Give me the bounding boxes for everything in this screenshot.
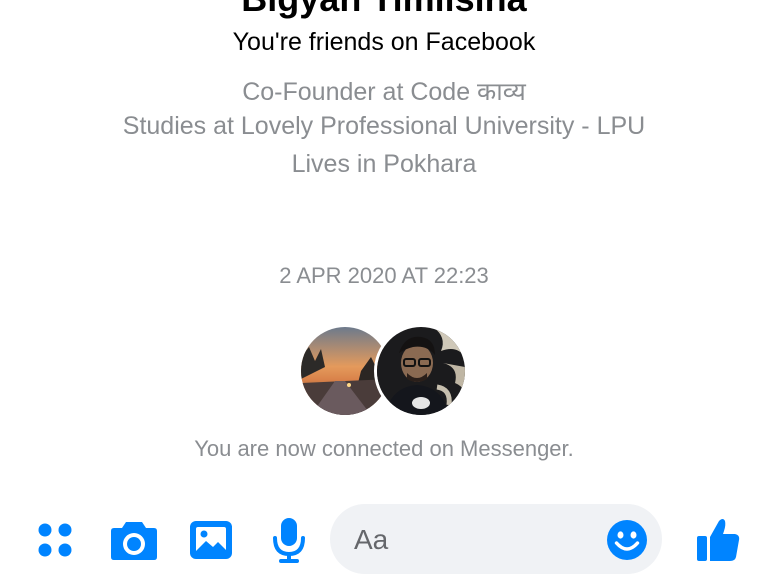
connected-avatars <box>298 324 470 418</box>
connected-message: You are now connected on Messenger. <box>194 436 574 461</box>
camera-button[interactable] <box>106 500 162 580</box>
contact-avatar <box>374 324 468 418</box>
conversation-timestamp: 2 APR 2020 AT 22:23 <box>279 263 489 288</box>
emoji-icon[interactable] <box>606 519 648 561</box>
apps-icon <box>38 523 72 557</box>
education-info: Studies at Lovely Professional Universit… <box>122 112 646 140</box>
message-toolbar <box>0 500 768 580</box>
apps-button[interactable] <box>30 500 80 580</box>
contact-name: Bigyan Timilsina <box>0 0 768 20</box>
thumbs-up-icon <box>697 519 740 561</box>
message-composer <box>330 504 662 574</box>
message-input[interactable] <box>352 518 596 562</box>
gallery-icon <box>190 521 232 559</box>
location-info: Lives in Pokhara <box>291 150 477 178</box>
microphone-icon <box>273 518 305 563</box>
work-info: Co-Founder at Code काव्य <box>242 78 526 106</box>
gallery-button[interactable] <box>185 500 237 580</box>
camera-icon <box>111 522 157 560</box>
like-button[interactable] <box>690 500 746 580</box>
friends-status: You're friends on Facebook <box>232 28 536 56</box>
voice-button[interactable] <box>266 500 312 580</box>
